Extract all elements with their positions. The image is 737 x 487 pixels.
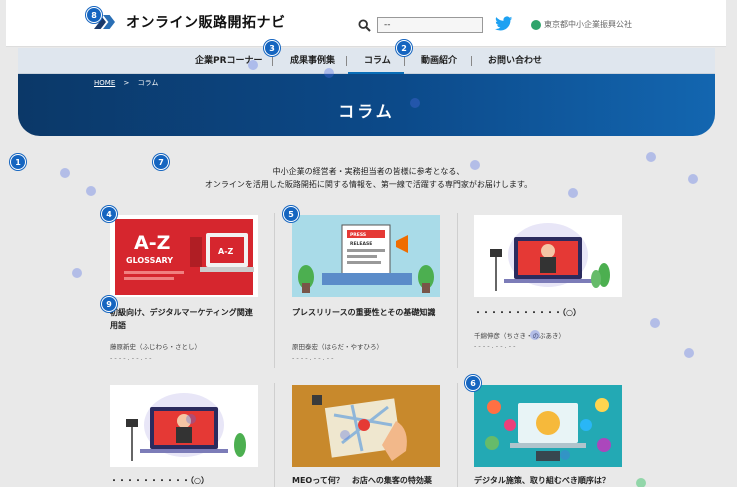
overlay-dot xyxy=(470,160,480,170)
intro-line-2: オンラインを活用した販路開拓に関する情報を、第一線で活躍する専門家がお届けします… xyxy=(204,180,533,189)
overlay-dot xyxy=(86,186,96,196)
article-author: 原田泰宏（はらだ・やすひろ） xyxy=(292,343,383,351)
article-date: - - - - . - - . - - xyxy=(292,354,334,362)
marker-badge: 5 xyxy=(283,206,299,222)
marker-badge: 7 xyxy=(153,154,169,170)
nav-separator xyxy=(471,56,472,66)
article-date: - - - - . - - . - - xyxy=(110,354,152,362)
svg-text:A-Z: A-Z xyxy=(134,232,170,254)
search-input[interactable]: -- xyxy=(377,17,483,33)
breadcrumb-separator: > xyxy=(123,79,130,87)
article-thumbnail-glossary[interactable]: A-Z GLOSSARY A-Z xyxy=(110,215,258,297)
breadcrumb: HOME > コラム xyxy=(94,78,158,88)
overlay-dot xyxy=(688,174,698,184)
overlay-dot xyxy=(410,98,420,108)
nav-item-contact[interactable]: お問い合わせ xyxy=(488,48,542,74)
column-divider xyxy=(457,383,458,487)
article-title[interactable]: ・・・・・・・・・・・（○） xyxy=(474,306,634,319)
article-date: - - - - . - - . - - xyxy=(474,342,516,350)
column-divider xyxy=(457,213,458,368)
article-thumbnail-map[interactable] xyxy=(292,385,440,467)
nav-item-videos[interactable]: 動画紹介 xyxy=(421,48,457,74)
overlay-dot xyxy=(650,318,660,328)
overlay-dot xyxy=(530,330,540,340)
intro-line-1: 中小企業の経営者・実務担当者の皆様に参考となる、 xyxy=(272,167,465,176)
svg-text:RELEASE: RELEASE xyxy=(350,241,372,247)
svg-text:PRESS: PRESS xyxy=(350,232,366,238)
search-icon[interactable] xyxy=(358,19,371,32)
page-hero: HOME > コラム コラム xyxy=(18,74,715,136)
article-title[interactable]: プレスリリースの重要性とその基礎知識 xyxy=(292,306,452,319)
nav-separator xyxy=(346,56,347,66)
overlay-dot xyxy=(684,348,694,358)
article-title[interactable]: デジタル施策、取り組むべき順序は？ xyxy=(474,474,634,487)
article-title[interactable]: 初級向け、デジタルマーケティング関連用語 xyxy=(110,306,260,332)
svg-text:A-Z: A-Z xyxy=(218,247,234,256)
marker-badge: 2 xyxy=(396,40,412,56)
article-thumbnail-video[interactable] xyxy=(474,215,622,297)
marker-badge: 8 xyxy=(86,7,102,23)
overlay-dot xyxy=(568,188,578,198)
overlay-dot xyxy=(72,268,82,278)
breadcrumb-home[interactable]: HOME xyxy=(94,79,115,87)
article-thumbnail-video[interactable] xyxy=(110,385,258,467)
article-title[interactable]: MEOって何？ お店への集客の特効薬 xyxy=(292,474,452,487)
breadcrumb-current: コラム xyxy=(137,79,159,87)
column-divider xyxy=(274,383,275,487)
article-thumbnail-press[interactable]: PRESS RELEASE xyxy=(292,215,440,297)
gov-mark-icon xyxy=(531,19,541,30)
overlay-dot xyxy=(646,152,656,162)
overlay-dot xyxy=(248,60,258,70)
column-divider xyxy=(274,213,275,368)
marker-badge: 3 xyxy=(264,40,280,56)
overlay-dot xyxy=(324,68,334,78)
overlay-dot xyxy=(560,450,570,460)
overlay-dot xyxy=(340,430,350,440)
article-thumbnail-digital[interactable] xyxy=(474,385,622,467)
main-nav: 企業PRコーナー 成果事例集 コラム 動画紹介 お問い合わせ xyxy=(18,48,715,74)
site-header: オンライン販路開拓ナビ -- 東京都中小企業振興公社 xyxy=(6,0,726,47)
article-title[interactable]: ・・・・・・・・・・（○） xyxy=(110,474,270,487)
nav-separator xyxy=(272,56,273,66)
gov-logo[interactable]: 東京都中小企業振興公社 xyxy=(531,19,632,30)
logo-text: オンライン販路開拓ナビ xyxy=(126,15,286,31)
nav-separator xyxy=(404,56,405,66)
overlay-dot xyxy=(60,168,70,178)
marker-badge: 4 xyxy=(101,206,117,222)
gov-name: 東京都中小企業振興公社 xyxy=(544,20,632,29)
article-author: 藤原新史（ふじわら・さとし） xyxy=(110,343,201,351)
marker-badge: 6 xyxy=(465,375,481,391)
intro-text: 中小企業の経営者・実務担当者の皆様に参考となる、 オンラインを活用した販路開拓に… xyxy=(0,165,737,191)
overlay-dot xyxy=(636,478,646,487)
marker-badge: 9 xyxy=(101,296,117,312)
site-logo[interactable]: オンライン販路開拓ナビ xyxy=(94,12,286,32)
page-title: コラム xyxy=(338,102,395,121)
article-author: 千綿伸彦（ちさき・のぶあき） xyxy=(474,332,565,340)
marker-badge: 1 xyxy=(10,154,26,170)
svg-text:GLOSSARY: GLOSSARY xyxy=(126,256,173,265)
nav-item-column[interactable]: コラム xyxy=(364,48,391,74)
overlay-dot xyxy=(186,414,196,424)
twitter-icon[interactable] xyxy=(495,16,513,32)
